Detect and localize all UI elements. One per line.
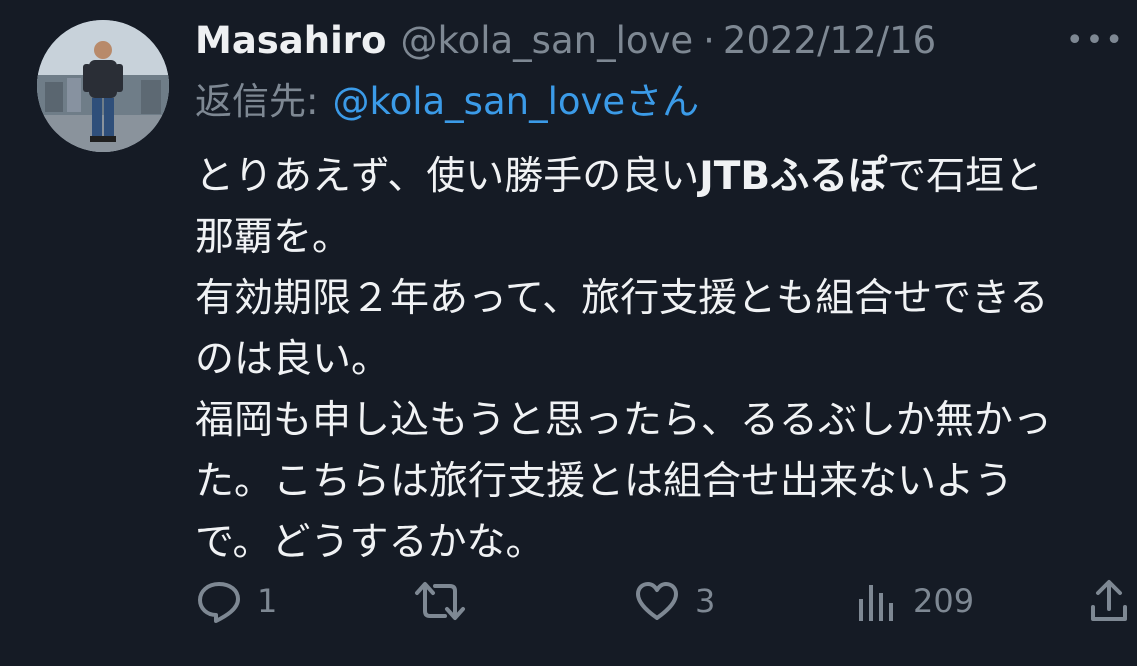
views-icon [859, 585, 893, 621]
body-text: とりあえず、使い勝手の良い [195, 154, 700, 199]
heart-icon [636, 582, 678, 620]
views-count: 209 [913, 582, 975, 620]
body-line: とりあえず、使い勝手の良いJTBふるぽで石垣と [195, 146, 1125, 207]
body-line: 福岡も申し込もうと思ったら、るるぶしか無かっ [195, 398, 1052, 443]
views-button[interactable]: 209 [855, 573, 974, 629]
reply-to-handle[interactable]: @kola_san_love [332, 80, 625, 123]
more-options-icon[interactable]: ••• [1066, 16, 1125, 66]
reply-to-line: 返信先: @kola_san_loveさん [195, 78, 1095, 126]
reply-to-suffix: さん [625, 80, 700, 123]
like-count: 3 [695, 582, 716, 620]
retweet-button[interactable] [413, 573, 481, 629]
body-line: 有効期限２年あって、旅行支援とも組合せできる [195, 276, 1049, 321]
body-line: た。こちらは旅行支援とは組合せ出来ないよう [195, 459, 1014, 504]
reply-count: 1 [257, 582, 278, 620]
retweet-icon [415, 582, 465, 620]
like-button[interactable]: 3 [633, 573, 715, 629]
body-line: 那覇を。 [195, 215, 352, 260]
tweet-date[interactable]: 2022/12/16 [723, 16, 936, 66]
reply-to-label: 返信先: [195, 80, 319, 123]
share-button[interactable] [1087, 573, 1131, 629]
tweet-body: とりあえず、使い勝手の良いJTBふるぽで石垣と 那覇を。 有効期限２年あって、旅… [195, 146, 1125, 573]
author-name[interactable]: Masahiro [195, 16, 386, 66]
tweet-actions: 1 3 209 [195, 573, 1137, 629]
reply-button[interactable]: 1 [195, 573, 277, 629]
avatar[interactable] [37, 20, 169, 152]
separator-dot: · [703, 19, 715, 62]
body-line: で。どうするかな。 [195, 520, 545, 565]
tweet-header: Masahiro @kola_san_love · 2022/12/16 ••• [195, 16, 1125, 66]
body-text: で石垣と [887, 154, 1044, 199]
body-bold-text: JTBふるぽ [699, 154, 888, 199]
share-icon [1091, 580, 1127, 621]
avatar-image [37, 20, 169, 152]
body-line: のは良い。 [195, 337, 391, 382]
author-handle[interactable]: @kola_san_love [400, 16, 693, 66]
reply-icon [198, 582, 240, 623]
